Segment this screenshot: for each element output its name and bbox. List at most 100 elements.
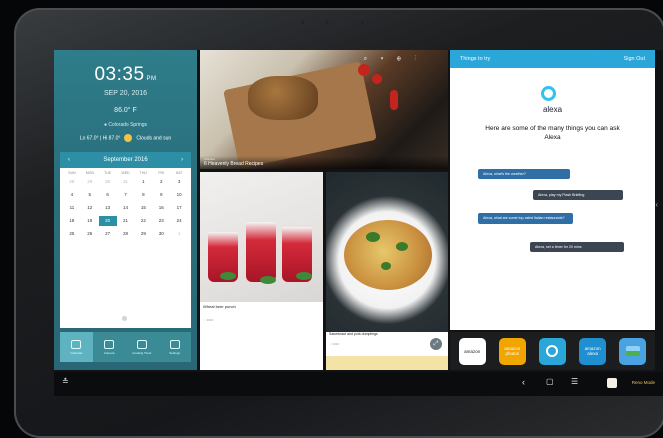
expand-icon[interactable]: ⤢ bbox=[430, 338, 442, 350]
calendar-day[interactable]: 6 bbox=[99, 190, 117, 200]
tile-action-icons[interactable]: ⌕ ▾ ⊕ ⋮ bbox=[364, 56, 422, 63]
calendar-day[interactable]: 5 bbox=[81, 190, 99, 200]
punch-title: Wheat beer punch bbox=[203, 304, 236, 309]
calendar-day[interactable]: 13 bbox=[99, 203, 117, 213]
dumplings-tile[interactable]: Sauerkraut and pork dumplings ♡ 2016 ⤢ bbox=[326, 172, 448, 370]
calendar-day[interactable]: 28 bbox=[63, 177, 81, 187]
amazon-alexa-app-icon[interactable]: amazon alexa bbox=[579, 337, 607, 365]
reno-mode-label[interactable]: Reno Mode bbox=[632, 380, 655, 385]
menu-icon[interactable]: ≛ bbox=[62, 377, 69, 386]
bread-loaf bbox=[248, 76, 318, 120]
calendar-day[interactable]: 1 bbox=[170, 229, 188, 239]
calendar-day[interactable]: 19 bbox=[81, 216, 99, 226]
calendar-day[interactable]: 14 bbox=[117, 203, 135, 213]
clock-date: SEP 20, 2016 bbox=[103, 90, 148, 97]
things-to-try-label: Things to try bbox=[460, 56, 491, 62]
bread-recipes-tile[interactable]: ⌕ ▾ ⊕ ⋮ Collection 6 Heavenly Bread Reci… bbox=[200, 50, 448, 169]
alexa-suggestion: Alexa, set a timer for 20 mins bbox=[530, 242, 624, 252]
calendar-day[interactable]: 10 bbox=[170, 190, 188, 200]
punch-image bbox=[200, 172, 323, 302]
page-indicator bbox=[122, 316, 127, 321]
app-dock: amazon amazon photos amazon alexa bbox=[450, 332, 655, 370]
prev-month-button[interactable]: ‹ bbox=[68, 157, 70, 163]
calendar-icon bbox=[71, 339, 82, 349]
nav-item-calendar[interactable]: Calendar bbox=[60, 332, 93, 362]
widget-nav: Calendar Camera Cooking Timer Settings bbox=[60, 332, 191, 362]
nav-item-label: Calendar bbox=[70, 350, 83, 355]
timer-icon bbox=[136, 339, 147, 349]
calendar-month-label: September 2016 bbox=[103, 157, 148, 163]
calendar-day[interactable]: 12 bbox=[81, 203, 99, 213]
weather-summary: Lo 67.0° | Hi 87.0° Clouds and sun bbox=[79, 134, 172, 142]
nav-item-settings[interactable]: Settings bbox=[158, 332, 191, 362]
herb bbox=[396, 242, 408, 251]
nav-item-label: Cooking Timer bbox=[132, 350, 152, 355]
calendar-day[interactable]: 29 bbox=[81, 177, 99, 187]
calendar-day[interactable]: 26 bbox=[81, 229, 99, 239]
calendar-day[interactable]: 2 bbox=[152, 177, 170, 187]
weekday-label: WED bbox=[121, 171, 130, 175]
amazon-icon[interactable]: amazon bbox=[458, 337, 486, 365]
app-label: amazon alexa bbox=[584, 346, 601, 356]
tomato bbox=[372, 74, 382, 84]
calendar-day[interactable]: 28 bbox=[117, 229, 135, 239]
mint-leaf bbox=[296, 272, 312, 280]
glass bbox=[246, 222, 276, 282]
alexa-ring-icon bbox=[541, 86, 556, 101]
weekday-label: MON bbox=[85, 171, 94, 175]
calendar-day[interactable]: 9 bbox=[152, 190, 170, 200]
nav-item-camera[interactable]: Camera bbox=[93, 332, 126, 362]
landscape-icon bbox=[625, 346, 640, 356]
calendar-day[interactable]: 22 bbox=[134, 216, 152, 226]
calendar-day[interactable]: 15 bbox=[134, 203, 152, 213]
calendar-day[interactable]: 21 bbox=[117, 216, 135, 226]
calendar-day[interactable]: 20 bbox=[98, 216, 117, 226]
calendar-day[interactable]: 25 bbox=[63, 229, 81, 239]
calendar-day[interactable]: 30 bbox=[152, 229, 170, 239]
nav-item-label: Camera bbox=[103, 350, 115, 355]
nav-item-cooking-timer[interactable]: Cooking Timer bbox=[126, 332, 159, 362]
calendar-day[interactable]: 23 bbox=[152, 216, 170, 226]
back-icon[interactable]: ‹ bbox=[522, 377, 525, 387]
gallery-icon[interactable] bbox=[619, 337, 647, 365]
punch-meta: ♡ 2016 bbox=[203, 318, 214, 322]
app-label: amazon photos bbox=[504, 346, 521, 356]
calendar-day[interactable]: 7 bbox=[117, 190, 135, 200]
dumplings-food bbox=[344, 220, 432, 290]
left-widget-panel: 03:35 PM SEP 20, 2016 86.0° F ● Colorado … bbox=[54, 50, 197, 370]
tomato bbox=[390, 90, 398, 110]
amazon-photos-icon[interactable]: amazon photos bbox=[498, 337, 526, 365]
alexa-suggestion: Alexa, what are some top-rated Italian r… bbox=[478, 213, 573, 224]
home-icon[interactable]: ▢ bbox=[546, 377, 554, 386]
calendar-day[interactable]: 3 bbox=[170, 177, 188, 187]
camera-dot bbox=[301, 21, 304, 24]
calendar-day[interactable]: 18 bbox=[63, 216, 81, 226]
bread-title: 6 Heavenly Bread Recipes bbox=[204, 161, 264, 167]
calendar-day[interactable]: 11 bbox=[63, 203, 81, 213]
reno-mode-icon[interactable] bbox=[607, 378, 617, 388]
bread-caption: Collection 6 Heavenly Bread Recipes bbox=[200, 156, 448, 169]
gear-icon bbox=[169, 339, 180, 349]
chevron-left-icon[interactable]: ‹ bbox=[655, 200, 658, 209]
calendar-day[interactable]: 4 bbox=[63, 190, 81, 200]
calendar-day[interactable]: 16 bbox=[152, 203, 170, 213]
calendar-day[interactable]: 30 bbox=[99, 177, 117, 187]
alexa-header: Things to try Sign Out bbox=[450, 50, 655, 68]
calendar-day[interactable]: 29 bbox=[134, 229, 152, 239]
sun-icon bbox=[124, 134, 133, 142]
alexa-icon[interactable] bbox=[538, 337, 566, 365]
sign-out-button[interactable]: Sign Out bbox=[624, 56, 645, 62]
calendar-day[interactable]: 27 bbox=[99, 229, 117, 239]
mint-leaf bbox=[260, 276, 276, 284]
recents-icon[interactable]: ☰ bbox=[571, 377, 578, 386]
wheat-beer-punch-tile[interactable]: Wheat beer punch ♡ 2016 bbox=[200, 172, 323, 370]
dumplings-meta: ♡ 2016 bbox=[329, 342, 340, 346]
calendar-day[interactable]: 17 bbox=[170, 203, 188, 213]
clock-time: 03:35 PM bbox=[94, 64, 157, 85]
next-month-button[interactable]: › bbox=[181, 157, 183, 163]
calendar-day[interactable]: 24 bbox=[170, 216, 188, 226]
alexa-panel: Things to try Sign Out alexa Here are so… bbox=[450, 50, 658, 330]
calendar-day[interactable]: 1 bbox=[134, 177, 152, 187]
calendar-day[interactable]: 8 bbox=[134, 190, 152, 200]
calendar-day[interactable]: 31 bbox=[117, 177, 135, 187]
